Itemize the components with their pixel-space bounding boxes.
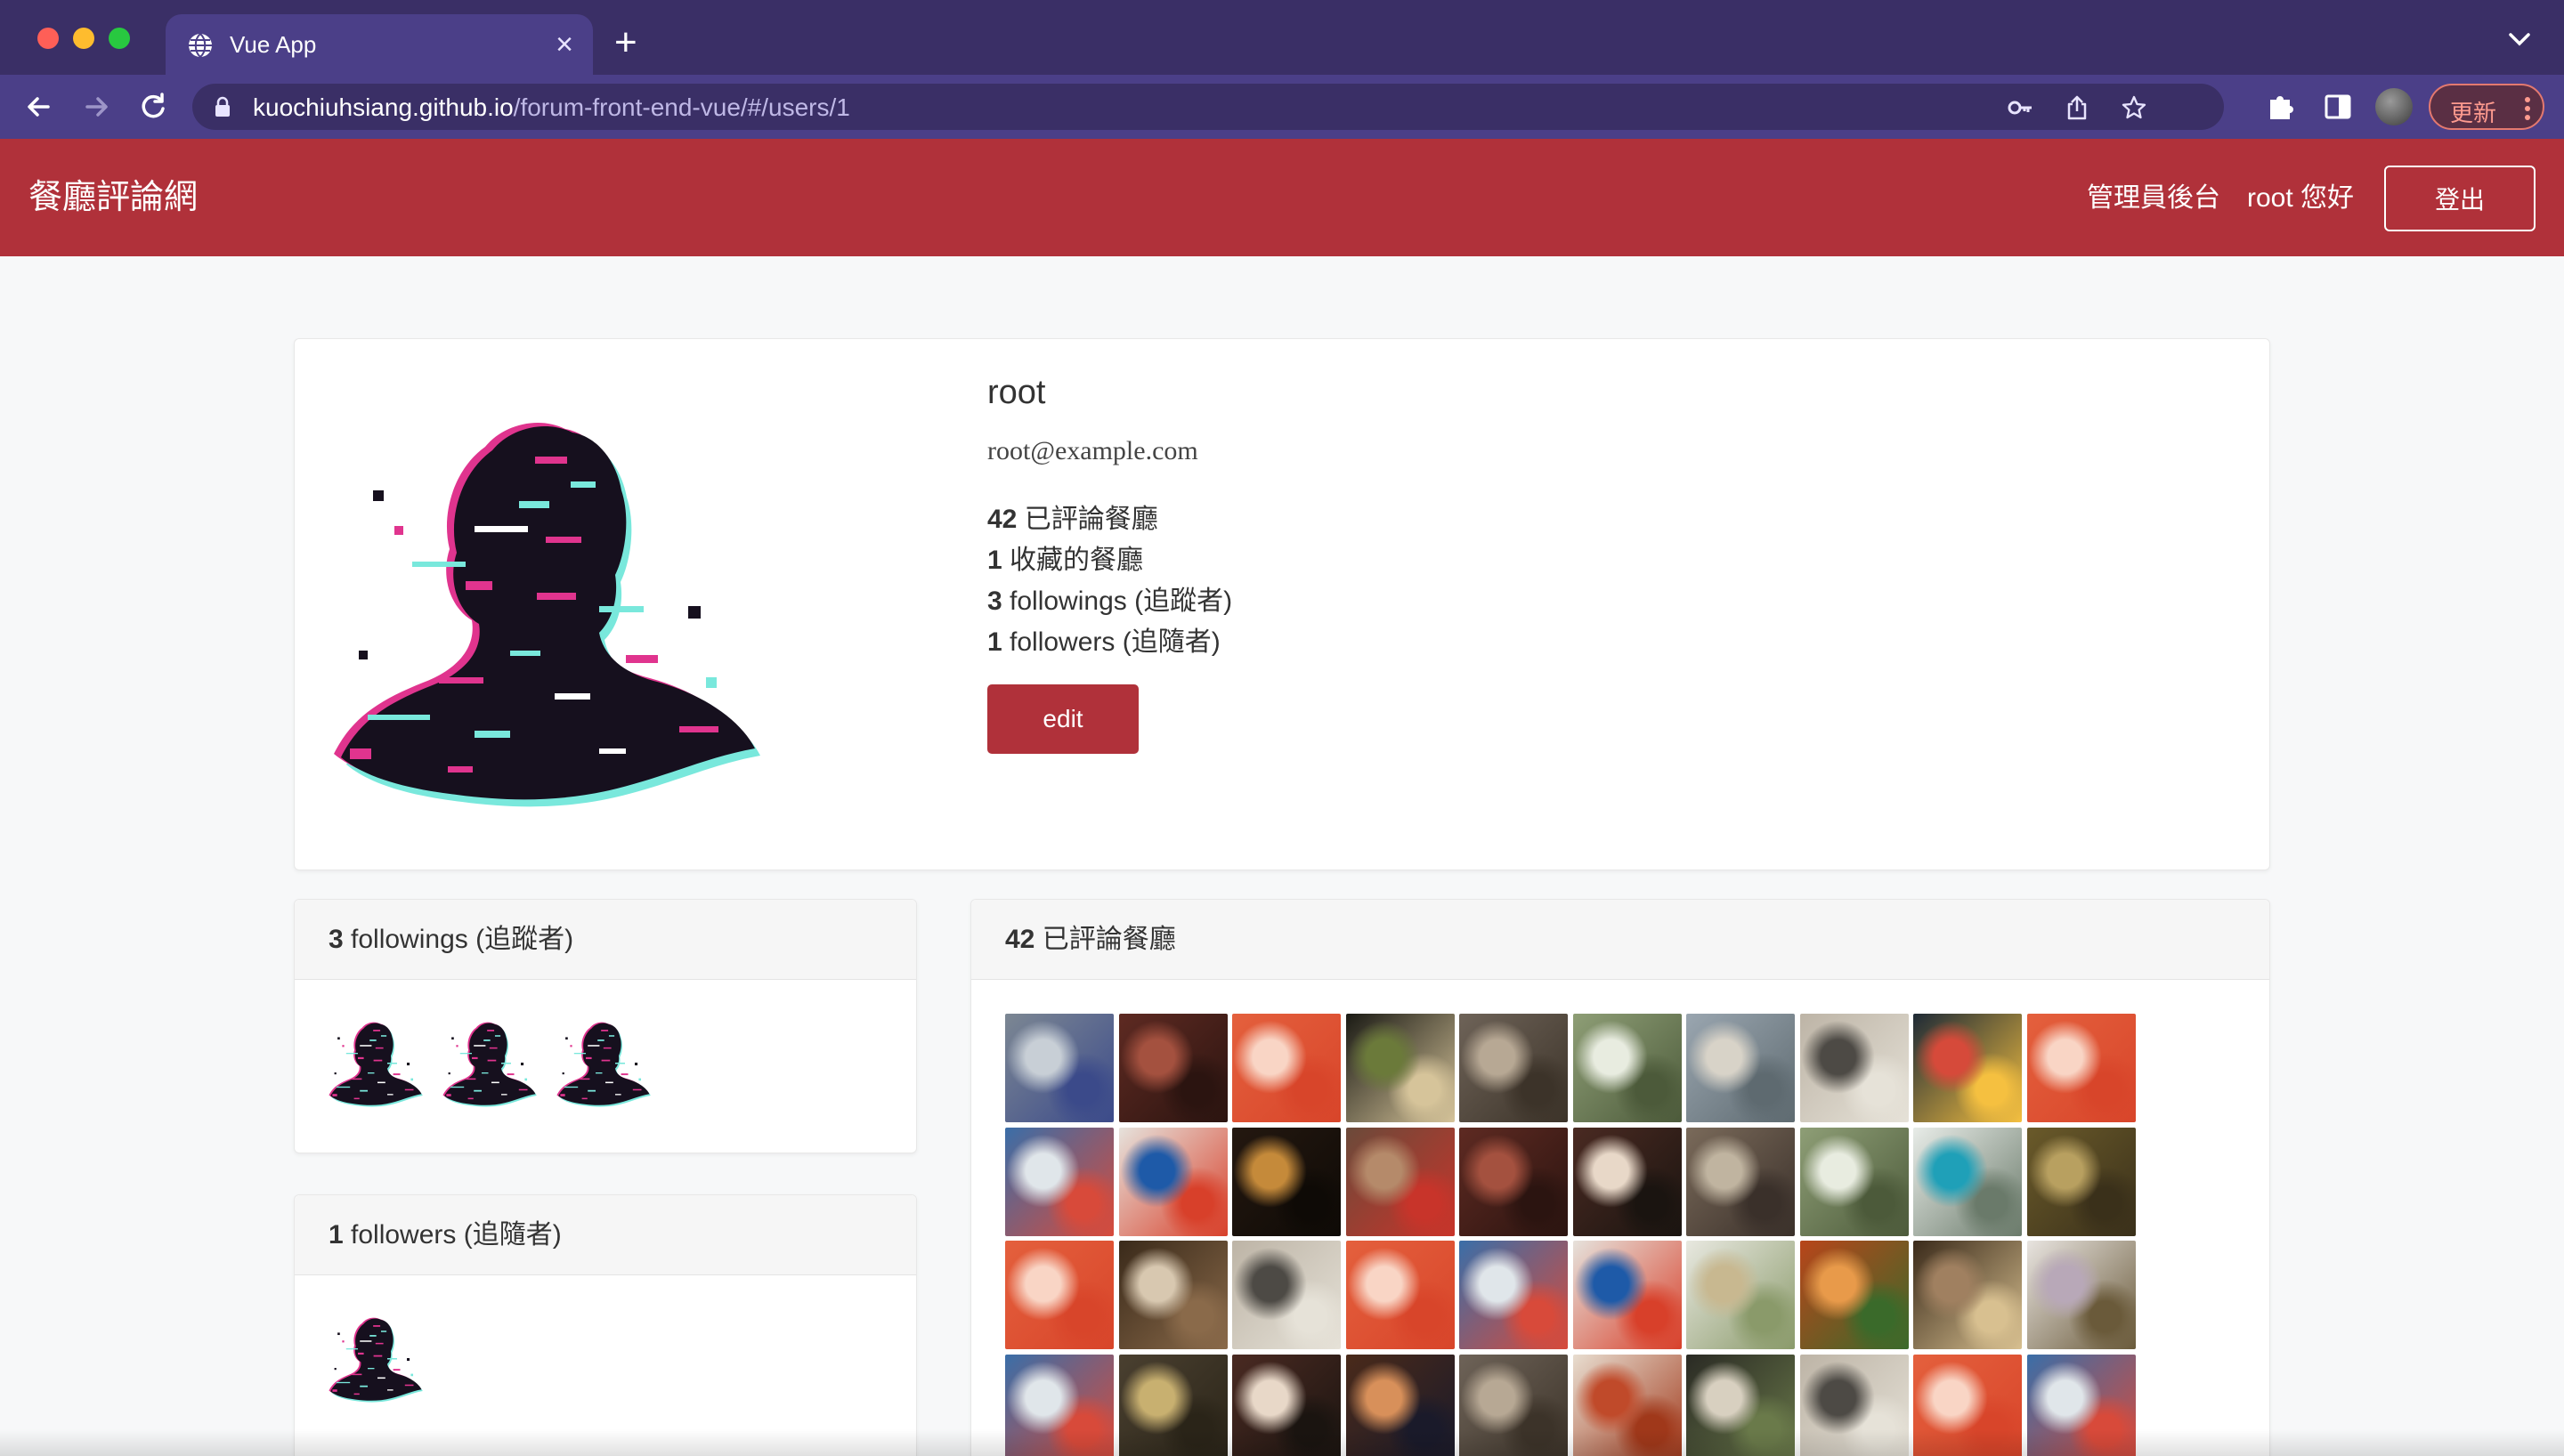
user-avatar <box>332 384 777 829</box>
restaurant-thumbnail[interactable] <box>2026 1127 2136 1236</box>
restaurant-thumbnail[interactable] <box>1232 1127 1341 1236</box>
followers-card: 1 followers (追隨者) <box>294 1194 917 1456</box>
tab-title: Vue App <box>230 31 317 58</box>
url-text[interactable]: kuochiuhsiang.github.io/forum-front-end-… <box>253 94 850 121</box>
restaurant-thumbnail[interactable] <box>1913 1014 2022 1122</box>
restaurant-thumbnail[interactable] <box>1686 1241 1795 1349</box>
app-navbar: 餐廳評論網 管理員後台 root 您好 登出 <box>0 139 2564 256</box>
restaurant-thumbnail[interactable] <box>1572 1241 1682 1349</box>
side-panel-icon[interactable] <box>2322 91 2354 123</box>
browser-tab[interactable]: Vue App × <box>166 14 593 75</box>
following-avatar[interactable] <box>329 1014 426 1112</box>
stat-followings: 3 followings (追蹤者) <box>987 586 1233 616</box>
key-icon[interactable] <box>2007 94 2033 121</box>
bookmark-star-icon[interactable] <box>2121 94 2147 121</box>
stat-commented-restaurants: 42 已評論餐廳 <box>987 505 1158 534</box>
brand-logo[interactable]: 餐廳評論網 <box>28 178 198 217</box>
more-vertical-icon <box>2525 97 2530 120</box>
share-icon[interactable] <box>2064 94 2090 121</box>
address-bar[interactable]: kuochiuhsiang.github.io/forum-front-end-… <box>192 84 2224 130</box>
restaurant-thumbnail[interactable] <box>1459 1241 1568 1349</box>
commented-restaurants-header: 42 已評論餐廳 <box>971 900 2269 980</box>
admin-dashboard-link[interactable]: 管理員後台 <box>2087 183 2220 214</box>
restaurant-thumbnail[interactable] <box>1572 1127 1682 1236</box>
window-bottom-shadow <box>0 1429 2564 1456</box>
profile-avatar[interactable] <box>2375 88 2413 125</box>
new-tab-button[interactable]: + <box>614 20 637 66</box>
profile-stats: 42 已評論餐廳 1 收藏的餐廳 3 followings (追蹤者) 1 fo… <box>987 499 1232 663</box>
globe-icon <box>189 33 212 58</box>
profile-email: root@example.com <box>987 436 1198 465</box>
restaurant-thumbnail[interactable] <box>1345 1241 1455 1349</box>
followings-card: 3 followings (追蹤者) <box>294 899 917 1153</box>
commented-restaurants-card: 42 已評論餐廳 <box>970 899 2270 1456</box>
restaurant-thumbnail[interactable] <box>1118 1127 1228 1236</box>
logout-button[interactable]: 登出 <box>2384 166 2536 231</box>
stat-favorited-restaurants: 1 收藏的餐廳 <box>987 546 1144 575</box>
update-button[interactable]: 更新 <box>2429 84 2544 130</box>
restaurant-thumbnail[interactable] <box>1118 1241 1228 1349</box>
window-close-button[interactable] <box>37 28 59 49</box>
forward-arrow-icon[interactable] <box>77 87 116 126</box>
restaurant-thumbnail[interactable] <box>2026 1241 2136 1349</box>
restaurant-thumbnail[interactable] <box>1686 1014 1795 1122</box>
followings-header: 3 followings (追蹤者) <box>295 900 916 980</box>
extensions-puzzle-icon[interactable] <box>2265 91 2297 123</box>
restaurant-thumbnail[interactable] <box>1459 1014 1568 1122</box>
profile-card: root root@example.com 42 已評論餐廳 1 收藏的餐廳 3… <box>294 338 2270 870</box>
restaurant-thumbnail[interactable] <box>1913 1127 2022 1236</box>
restaurant-thumbnail[interactable] <box>1572 1014 1682 1122</box>
restaurant-thumbnail[interactable] <box>1686 1127 1795 1236</box>
restaurant-thumbnail[interactable] <box>1118 1014 1228 1122</box>
edit-profile-button[interactable]: edit <box>987 684 1139 754</box>
restaurant-thumbnail[interactable] <box>1799 1014 1909 1122</box>
profile-name: root <box>987 374 1046 411</box>
stat-followers: 1 followers (追隨者) <box>987 627 1221 657</box>
follower-avatar[interactable] <box>329 1309 426 1407</box>
following-avatar[interactable] <box>442 1014 540 1112</box>
window-minimize-button[interactable] <box>73 28 94 49</box>
restaurant-thumbnail[interactable] <box>1005 1127 1114 1236</box>
following-avatar[interactable] <box>556 1014 654 1112</box>
restaurant-thumbnail[interactable] <box>1913 1241 2022 1349</box>
browser-tabstrip: Vue App × + <box>0 0 2564 75</box>
browser-toolbar: kuochiuhsiang.github.io/forum-front-end-… <box>0 75 2564 139</box>
lock-icon[interactable] <box>214 96 231 117</box>
window-zoom-button[interactable] <box>109 28 130 49</box>
restaurant-thumbnail[interactable] <box>1345 1127 1455 1236</box>
restaurant-thumbnail[interactable] <box>1799 1241 1909 1349</box>
restaurant-thumbnail[interactable] <box>1459 1127 1568 1236</box>
restaurant-thumbnail[interactable] <box>1799 1127 1909 1236</box>
user-greeting[interactable]: root 您好 <box>2247 183 2354 214</box>
back-arrow-icon[interactable] <box>20 87 59 126</box>
restaurant-thumbnail[interactable] <box>1232 1014 1341 1122</box>
followers-header: 1 followers (追隨者) <box>295 1195 916 1275</box>
restaurant-thumbnail[interactable] <box>1345 1014 1455 1122</box>
update-label: 更新 <box>2450 100 2497 126</box>
restaurant-thumbnail[interactable] <box>2026 1014 2136 1122</box>
tab-close-icon[interactable]: × <box>556 27 573 62</box>
restaurant-thumbnail[interactable] <box>1005 1241 1114 1349</box>
restaurant-thumbnail[interactable] <box>1232 1241 1341 1349</box>
restaurant-thumbnail[interactable] <box>1005 1014 1114 1122</box>
reload-icon[interactable] <box>134 87 173 126</box>
chevron-down-icon[interactable] <box>2502 21 2537 57</box>
